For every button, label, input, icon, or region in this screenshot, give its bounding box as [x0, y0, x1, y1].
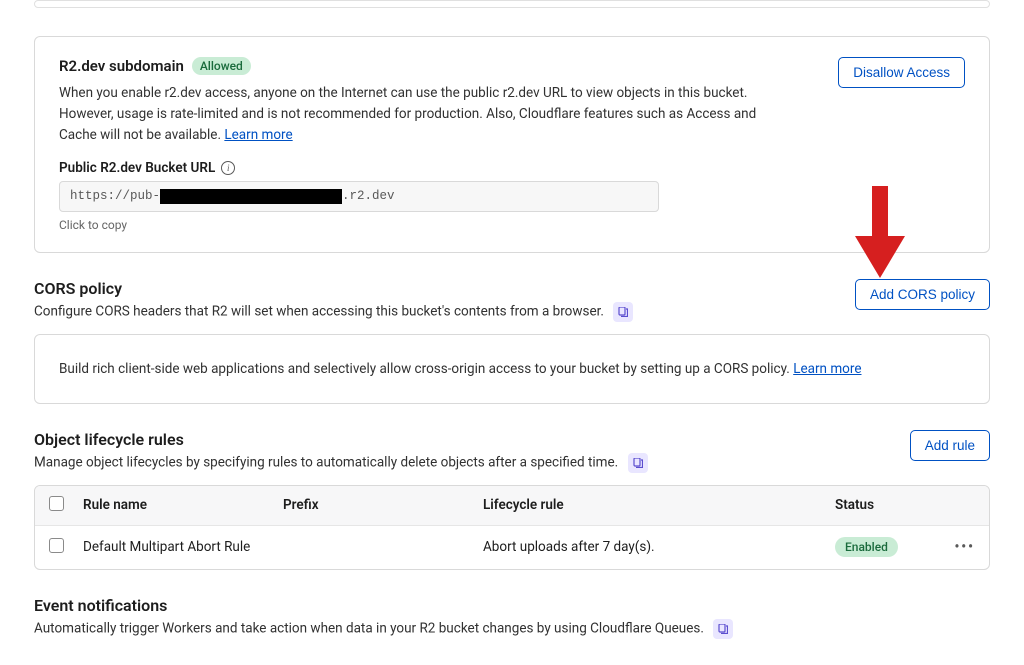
header-status: Status [835, 497, 935, 513]
redacted-segment [160, 189, 342, 204]
lifecycle-description: Manage object lifecycles by specifying r… [34, 453, 648, 473]
info-icon[interactable]: i [221, 161, 235, 175]
select-all-checkbox[interactable] [49, 496, 64, 511]
cors-description: Configure CORS headers that R2 will set … [34, 302, 633, 322]
header-rule-name: Rule name [83, 497, 283, 513]
doc-icon[interactable] [628, 453, 648, 473]
event-notifications-section: Event notifications Automatically trigge… [34, 596, 990, 639]
url-prefix: https://pub- [70, 189, 160, 203]
bucket-url-field[interactable]: https://pub- .r2.dev [59, 181, 659, 212]
r2dev-learn-more-link[interactable]: Learn more [224, 127, 292, 143]
disallow-access-button[interactable]: Disallow Access [838, 57, 965, 88]
lifecycle-table: Rule name Prefix Lifecycle rule Status D… [34, 485, 990, 570]
url-suffix: .r2.dev [342, 189, 395, 203]
r2dev-title: R2.dev subdomain [59, 57, 184, 75]
table-row: Default Multipart Abort Rule Abort uploa… [35, 526, 989, 569]
events-description: Automatically trigger Workers and take a… [34, 619, 990, 639]
cell-rule-name: Default Multipart Abort Rule [83, 539, 283, 555]
r2dev-subdomain-card: R2.dev subdomain Allowed When you enable… [34, 36, 990, 253]
header-prefix: Prefix [283, 497, 483, 513]
header-lifecycle-rule: Lifecycle rule [483, 497, 835, 513]
cors-learn-more-link[interactable]: Learn more [793, 361, 861, 377]
cors-info-card: Build rich client-side web applications … [34, 334, 990, 404]
table-header: Rule name Prefix Lifecycle rule Status [35, 486, 989, 526]
cell-lifecycle-rule: Abort uploads after 7 day(s). [483, 539, 835, 555]
doc-icon[interactable] [613, 302, 633, 322]
cors-section: CORS policy Configure CORS headers that … [34, 279, 990, 404]
lifecycle-section: Object lifecycle rules Manage object lif… [34, 430, 990, 570]
bucket-url-label: Public R2.dev Bucket URL [59, 160, 215, 176]
allowed-badge: Allowed [192, 57, 251, 75]
row-actions-menu[interactable]: ••• [935, 539, 975, 555]
click-to-copy-hint: Click to copy [59, 218, 759, 232]
add-cors-policy-button[interactable]: Add CORS policy [855, 279, 990, 310]
events-title: Event notifications [34, 596, 990, 615]
doc-icon[interactable] [713, 619, 733, 639]
enabled-badge: Enabled [835, 537, 898, 557]
cors-title: CORS policy [34, 279, 633, 298]
add-rule-button[interactable]: Add rule [910, 430, 990, 461]
row-checkbox[interactable] [49, 538, 64, 553]
lifecycle-title: Object lifecycle rules [34, 430, 648, 449]
partial-card-top [34, 0, 990, 8]
r2dev-description: When you enable r2.dev access, anyone on… [59, 83, 759, 146]
